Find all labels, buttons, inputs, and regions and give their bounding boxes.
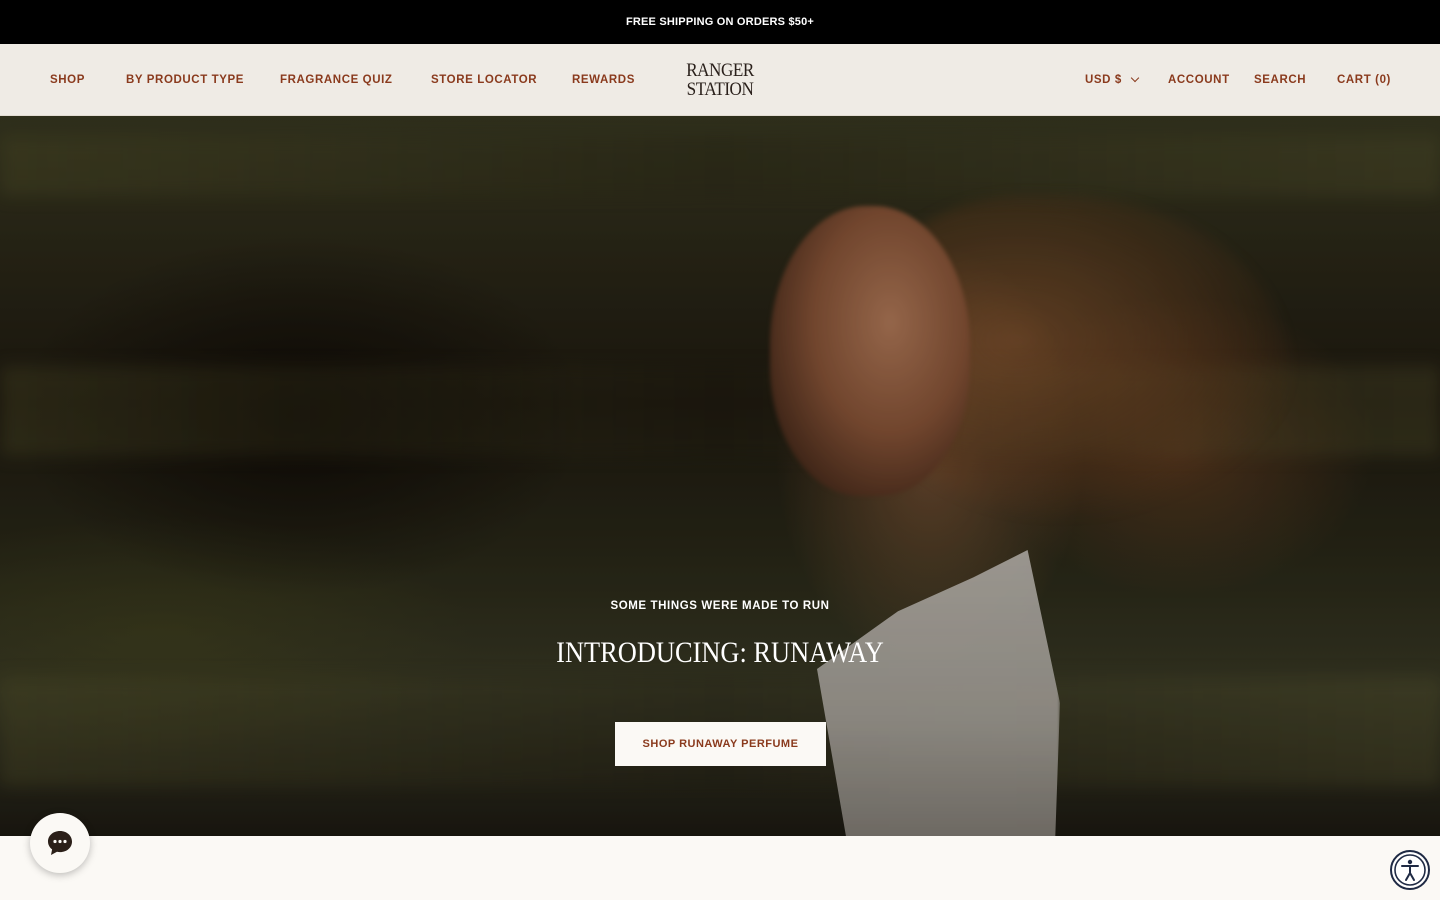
currency-selector[interactable]: USD $ (1085, 44, 1140, 116)
announcement-bar: FREE SHIPPING ON ORDERS $50+ (0, 0, 1440, 44)
nav-rewards[interactable]: REWARDS (572, 44, 635, 116)
nav-by-product-type[interactable]: BY PRODUCT TYPE (126, 44, 244, 116)
hero-banner: SOME THINGS WERE MADE TO RUN INTRODUCING… (0, 116, 1440, 836)
site-logo[interactable]: RANGER STATION (675, 60, 765, 100)
nav-shop[interactable]: SHOP (50, 44, 85, 116)
nav-fragrance-quiz[interactable]: FRAGRANCE QUIZ (280, 44, 393, 116)
hero-title: INTRODUCING: RUNAWAY (556, 636, 884, 669)
accessibility-icon (1390, 850, 1430, 890)
cart-link[interactable]: CART (0) (1337, 44, 1391, 116)
chat-button[interactable] (30, 813, 90, 873)
currency-label: USD $ (1085, 74, 1122, 86)
hero-eyebrow: SOME THINGS WERE MADE TO RUN (610, 600, 830, 612)
logo-line-1: RANGER (686, 60, 754, 81)
shop-runaway-button[interactable]: SHOP RUNAWAY PERFUME (615, 722, 826, 766)
search-link[interactable]: SEARCH (1254, 44, 1306, 116)
nav-store-locator[interactable]: STORE LOCATOR (431, 44, 537, 116)
chevron-down-icon (1130, 73, 1140, 83)
account-link[interactable]: ACCOUNT (1168, 44, 1230, 116)
logo-line-2: STATION (686, 79, 754, 100)
site-header: SHOP BY PRODUCT TYPE FRAGRANCE QUIZ STOR… (0, 44, 1440, 116)
announcement-text: FREE SHIPPING ON ORDERS $50+ (625, 16, 815, 28)
chat-bubble-icon (48, 831, 72, 855)
accessibility-button[interactable] (1390, 850, 1430, 890)
